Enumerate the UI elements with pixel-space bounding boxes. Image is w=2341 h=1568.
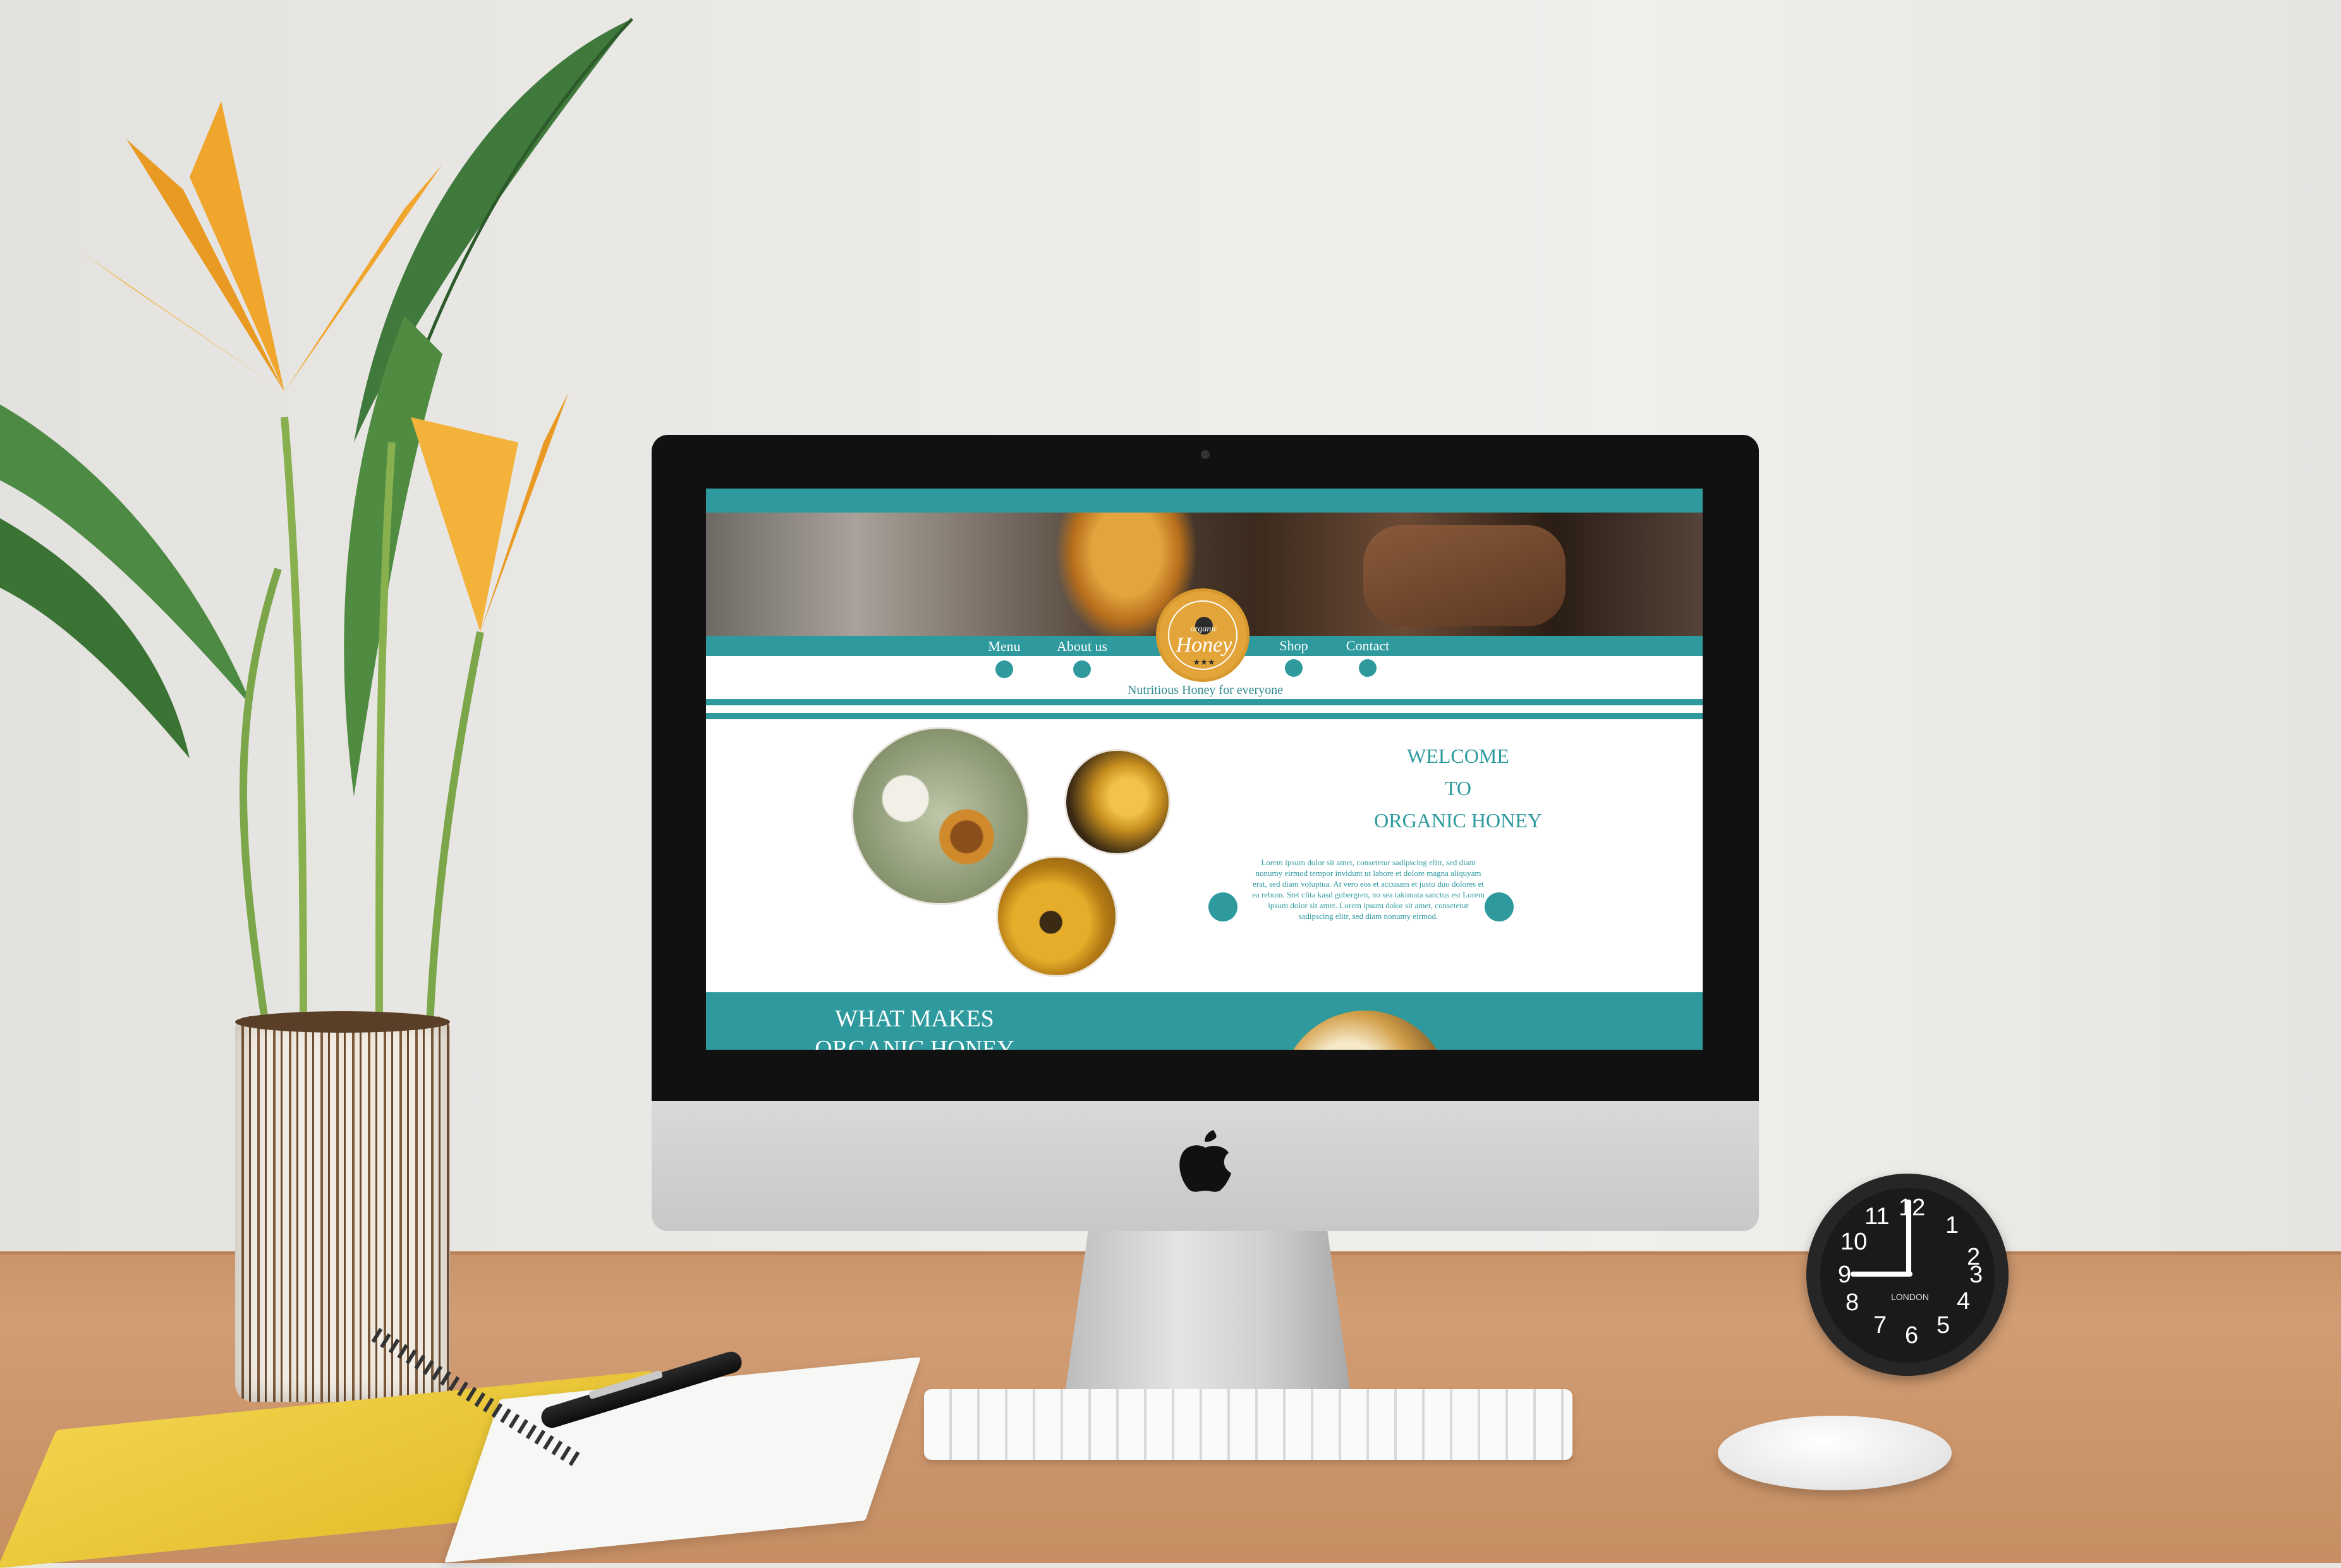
clock-number: 11 [1864,1203,1890,1230]
nav-item-shop[interactable]: Shop [1256,638,1332,654]
striped-vase [235,1016,450,1402]
arrow-right-icon[interactable] [1485,892,1514,921]
clock-minute-hand [1851,1272,1912,1277]
clock-hour-hand [1906,1200,1911,1277]
honey-logo[interactable]: organic Honey ★★★ [1156,588,1250,682]
arrow-left-icon[interactable] [1208,892,1237,921]
welcome-heading: WELCOME TO ORGANIC HONEY [1357,740,1559,837]
clock-number: 8 [1845,1289,1859,1316]
apple-logo-icon [1179,1130,1231,1192]
clock-number: 10 [1840,1229,1868,1255]
bee-icon [995,660,1013,678]
clock-number: 5 [1937,1312,1950,1339]
nav-item-about-us[interactable]: About us [1044,638,1120,655]
logo-stars: ★★★ [1193,657,1215,667]
clock-number: 12 [1899,1194,1926,1221]
clock-brand: LONDON [1891,1292,1929,1302]
feature-heading: WHAT MAKES ORGANIC HONEY DIFFERENT? [815,1006,1014,1050]
plant-illustration [0,18,633,1024]
website-screen[interactable]: Menu About us Shop Contact organic Honey… [706,489,1703,1050]
honeycomb-image [1066,751,1169,853]
logo-main-text: Honey [1176,633,1232,657]
vase-opening [235,1011,450,1033]
nav-item-menu[interactable]: Menu [966,638,1042,655]
clock-number: 1 [1945,1212,1959,1239]
bee-icon [1359,659,1377,677]
bee-on-clover-image [853,729,1028,903]
bee-on-flower-image [998,858,1116,975]
bee-icon [1285,659,1303,677]
clock-number: 3 [1969,1261,1983,1288]
welcome-line: WELCOME [1407,744,1509,767]
logo-inner-ring: organic Honey ★★★ [1168,600,1237,670]
clock-number: 4 [1957,1288,1971,1315]
divider-line [706,699,1703,705]
divider-line [706,713,1703,719]
imac-stand [1066,1230,1350,1389]
mouse[interactable] [1718,1416,1952,1490]
welcome-line: TO [1444,777,1472,799]
top-accent-bar [706,489,1703,513]
keyboard[interactable] [924,1389,1572,1460]
clock-number: 7 [1873,1312,1887,1339]
clock-number: 9 [1838,1261,1852,1288]
camera-icon [1201,450,1210,459]
nav-item-contact[interactable]: Contact [1330,638,1406,654]
welcome-line: ORGANIC HONEY [1374,809,1542,832]
intro-paragraph: Lorem ipsum dolor sit amet, consetetur s… [1252,858,1485,921]
hand-image [1363,525,1566,626]
bee-icon [1073,660,1091,678]
tagline: Nutritious Honey for everyone [1127,683,1284,697]
clock-number: 6 [1905,1322,1919,1349]
